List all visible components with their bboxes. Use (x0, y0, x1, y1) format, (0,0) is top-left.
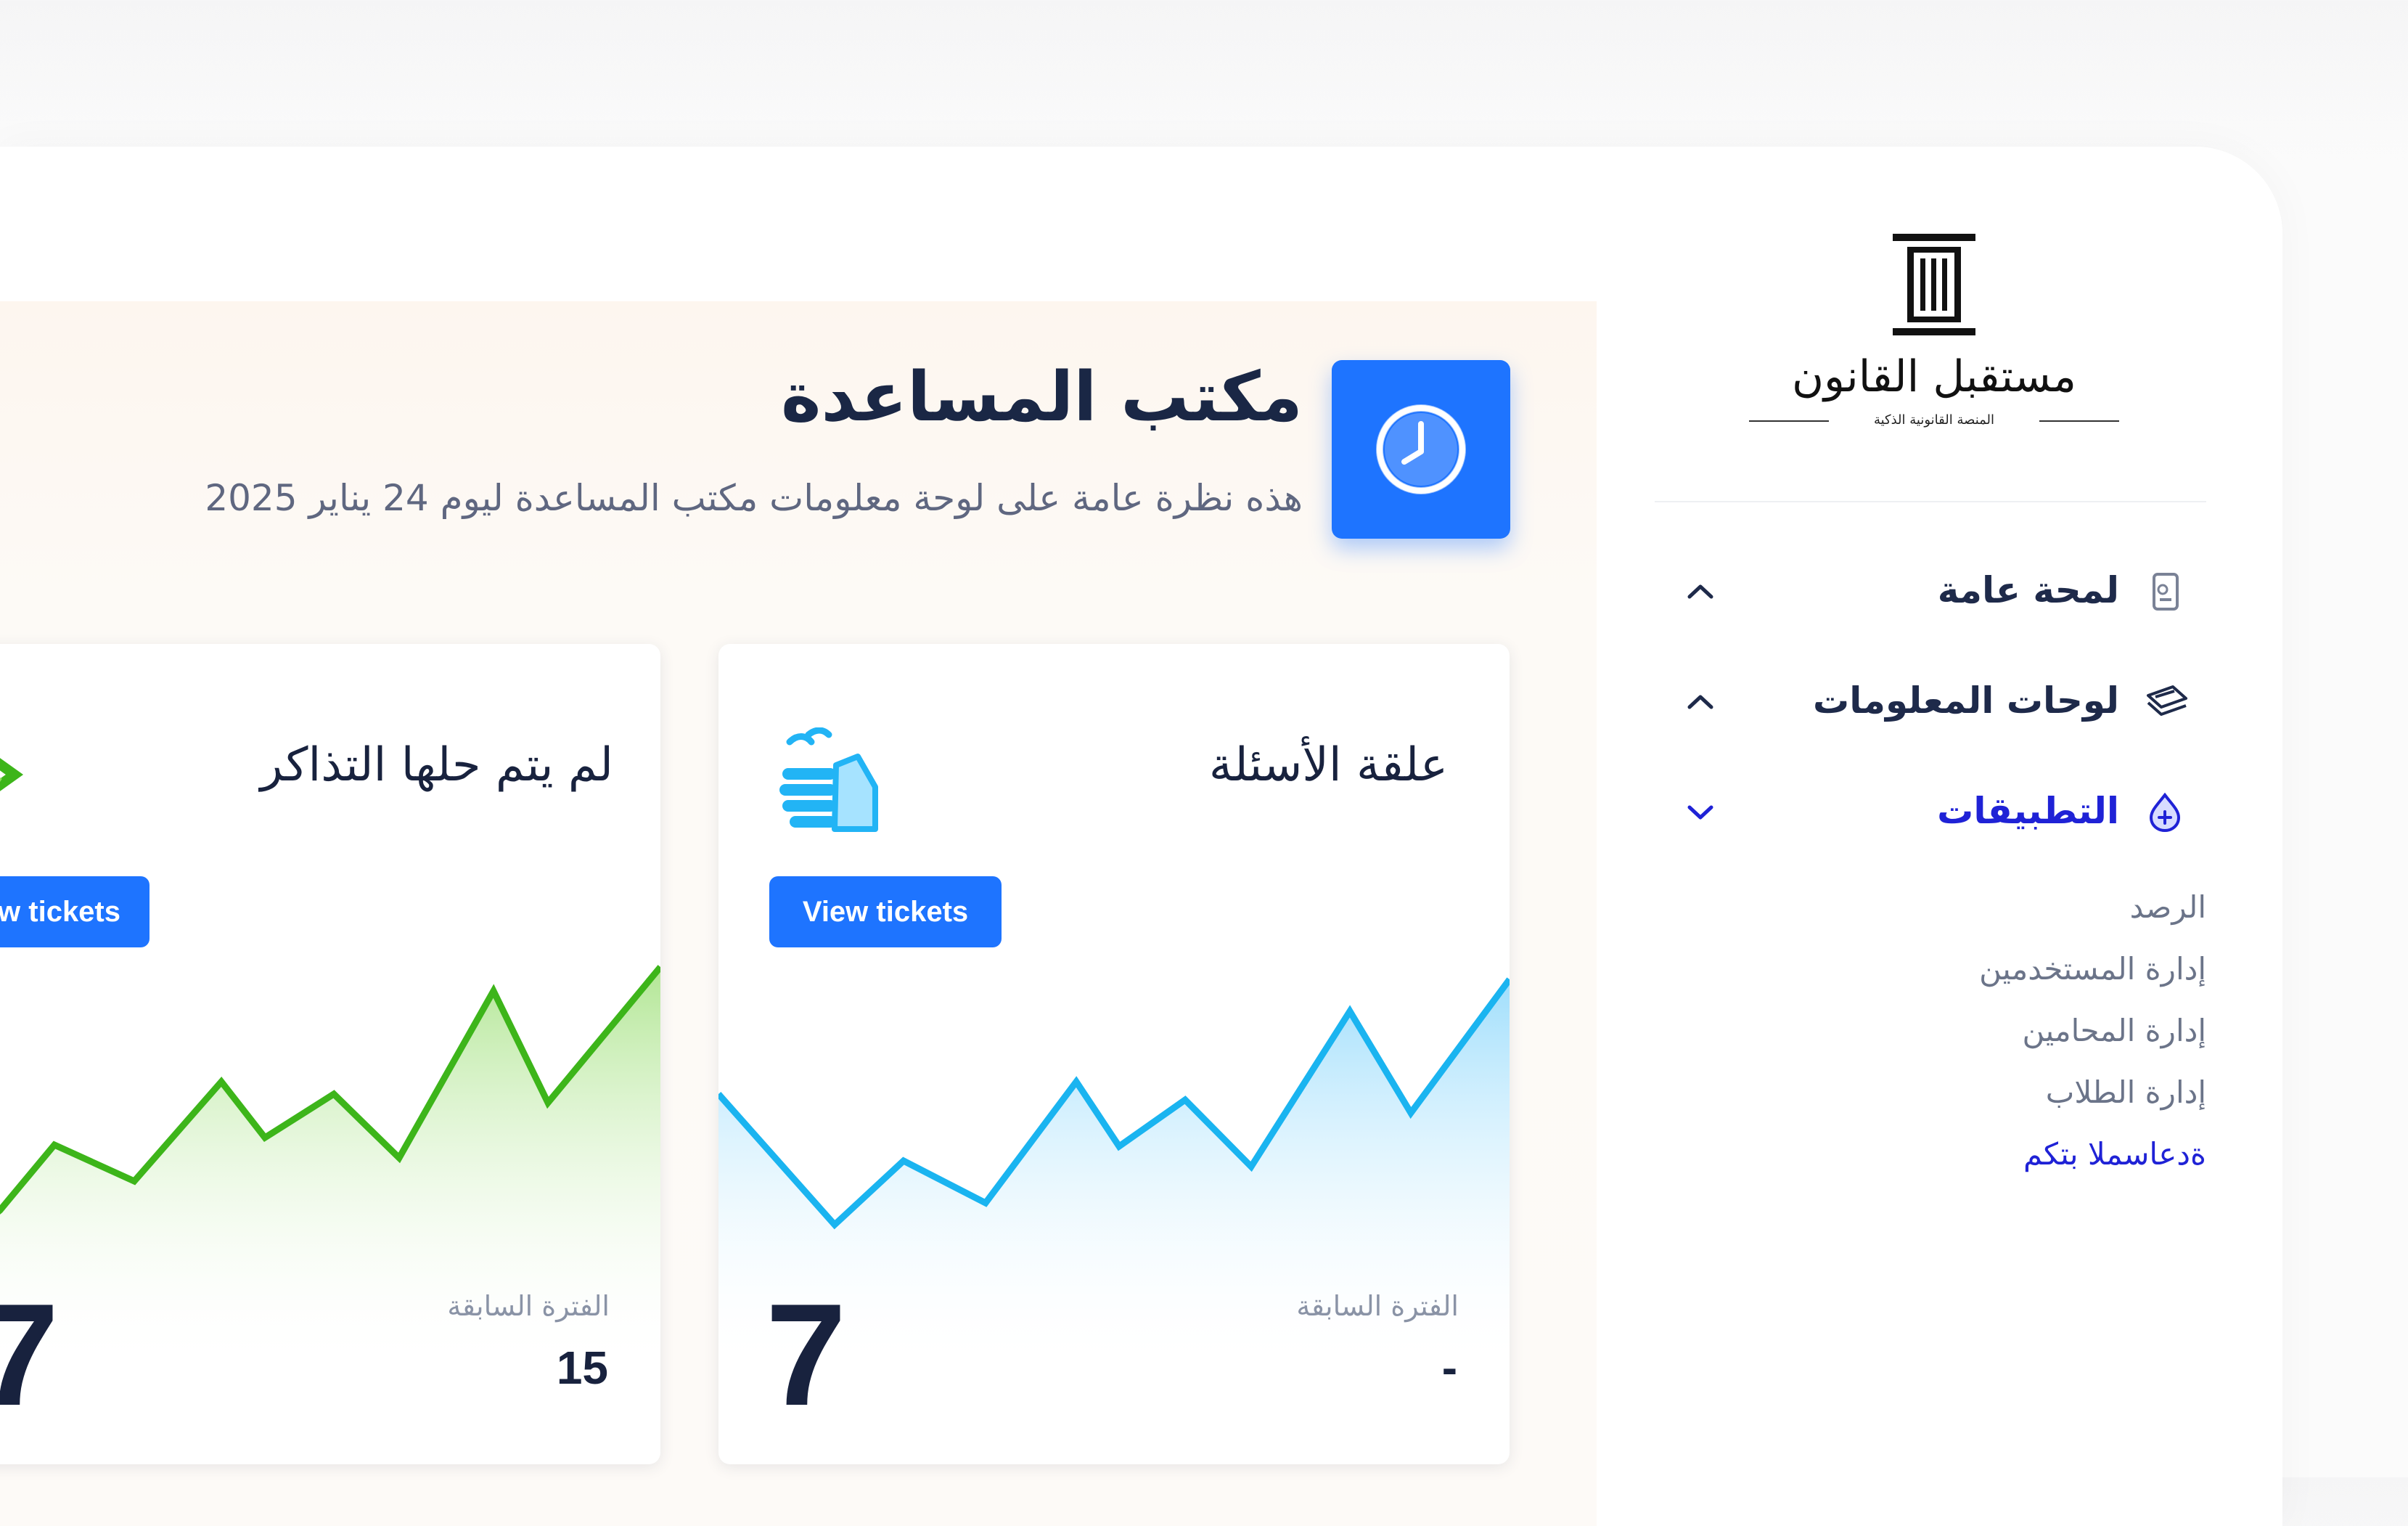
brand-name: مستقبل القانون (1791, 351, 2077, 402)
view-tickets-button[interactable]: View tickets (769, 876, 1002, 947)
tagline-rule (2039, 420, 2119, 422)
sidebar-item-label: لمحة عامة (1937, 569, 2119, 611)
card-title: لم يتم حلها التذاكر (260, 738, 613, 792)
app-window: مكتب المساعدة هذه نظرة عامة على لوحة معل… (0, 147, 2282, 1526)
clock-icon (1332, 360, 1510, 539)
brand-tagline: المنصة القانونية الذكية (1873, 412, 1995, 428)
tag-icon (0, 724, 36, 818)
card-title: علقة الأسئلة (1208, 738, 1448, 792)
previous-period-label: الفترة السابقة (1296, 1290, 1459, 1322)
sidebar-item-applications[interactable]: التطبيقات (1684, 783, 2184, 841)
sidebar-subitem-students[interactable]: إدارة الطلاب (2046, 1074, 2206, 1110)
previous-period-label: الفترة السابقة (447, 1290, 610, 1322)
sidebar-item-label: لوحات المعلومات (1813, 680, 2119, 722)
kpi-value: 7 (766, 1274, 847, 1436)
page-subtitle: هذه نظرة عامة على لوحة معلومات مكتب المس… (205, 477, 1303, 519)
view-tickets-button[interactable]: w tickets (0, 876, 150, 947)
question-queue-card: علقة الأسئلة View tickets 7 الفترة الساب… (718, 644, 1510, 1464)
sidebar: مستقبل القانون المنصة القانونية الذكية ل… (1597, 147, 2282, 1526)
sidebar-divider (1655, 501, 2206, 502)
sidebar-item-dashboards[interactable]: لوحات المعلومات (1684, 672, 2187, 730)
phone-icon (2145, 572, 2184, 611)
tagline-rule (1749, 420, 1829, 422)
sidebar-item-overview[interactable]: لمحة عامة (1684, 562, 2184, 620)
chevron-up-icon[interactable] (1684, 688, 1717, 714)
chevron-up-icon[interactable] (1684, 578, 1717, 604)
brand-tagline-row: المنصة القانونية الذكية (1749, 414, 2119, 427)
previous-period-value: - (1441, 1342, 1457, 1394)
sidebar-subitem-helpdesk[interactable]: ةدعاسملا بتكم (2023, 1136, 2206, 1172)
sidebar-subitem-monitoring[interactable]: الرصد (2130, 889, 2206, 925)
add-drop-icon (2145, 792, 2184, 833)
previous-period-value: 15 (556, 1342, 608, 1394)
page-title: مكتب المساعدة (781, 358, 1303, 437)
cash-icon (2145, 682, 2187, 722)
brand-logo (1887, 234, 1981, 335)
main-content: مكتب المساعدة هذه نظرة عامة على لوحة معل… (0, 147, 1597, 1526)
chevron-down-icon[interactable] (1684, 799, 1717, 825)
sidebar-item-label: التطبيقات (1937, 790, 2119, 832)
kpi-value: 7 (0, 1274, 60, 1436)
hand-icon (777, 727, 885, 836)
sidebar-subitem-lawyers[interactable]: إدارة المحامين (2023, 1013, 2206, 1048)
unresolved-tickets-card: لم يتم حلها التذاكر w tickets 7 الفترة ا… (0, 644, 660, 1464)
sidebar-subitem-users[interactable]: إدارة المستخدمين (1979, 951, 2206, 987)
